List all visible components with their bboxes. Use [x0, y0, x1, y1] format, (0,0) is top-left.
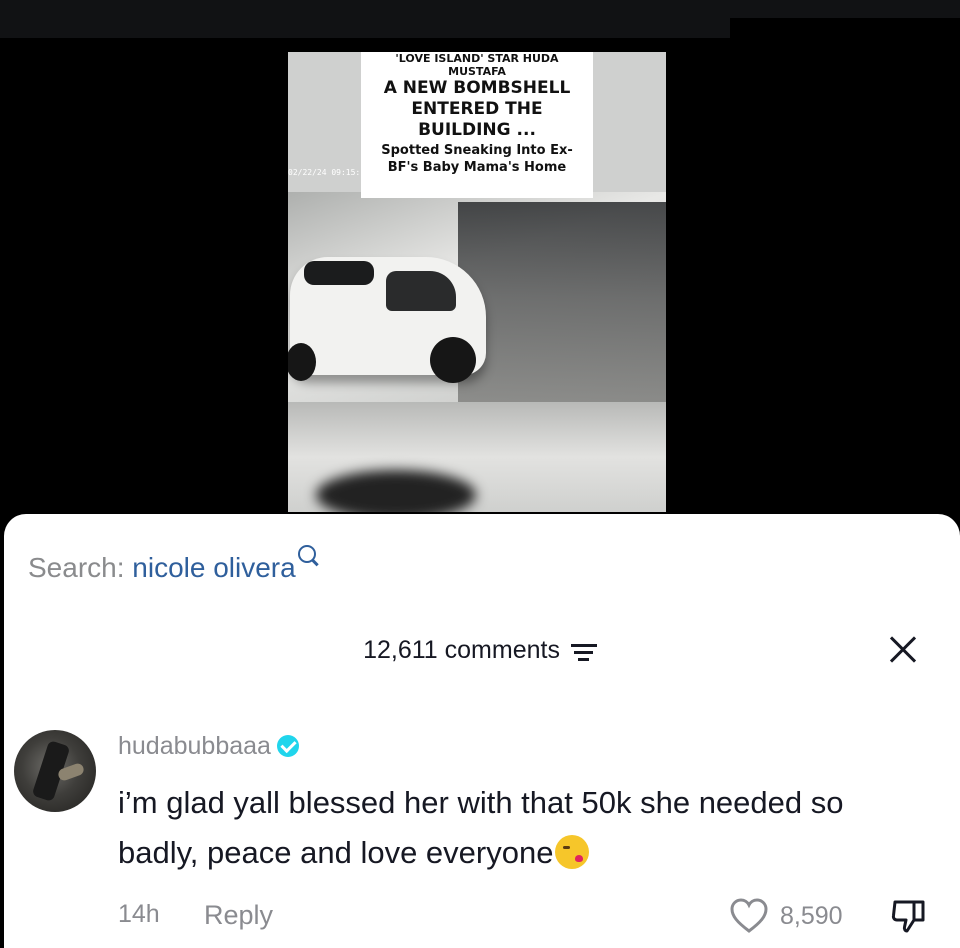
comment-time: 14h	[118, 900, 160, 928]
comment-username[interactable]: hudabubbaaa	[118, 732, 299, 761]
search-icon[interactable]	[297, 545, 316, 563]
car-window	[386, 271, 456, 311]
headline-line: ENTERED THE	[411, 98, 543, 119]
headline-line: BUILDING ...	[418, 119, 536, 140]
video-headline-card: 'LOVE ISLAND' STAR HUDA MUSTAFA A NEW BO…	[361, 52, 593, 198]
top-status-bar-right	[730, 18, 960, 38]
video-car	[288, 257, 486, 383]
video-blur-blob	[316, 470, 476, 512]
avatar[interactable]	[14, 730, 96, 812]
headline-line: Spotted Sneaking Into Ex-	[381, 142, 573, 158]
kissing-face-emoji-icon	[555, 835, 590, 869]
search-prefix: Search:	[28, 552, 125, 583]
headline-line: A NEW BOMBSHELL	[383, 78, 571, 99]
car-sunroof	[304, 261, 374, 285]
comments-header: 12,611 comments	[0, 636, 960, 665]
headline-line: 'LOVE ISLAND' STAR HUDA	[395, 52, 559, 65]
comments-count: 12,611 comments	[363, 636, 560, 664]
headline-line: BF's Baby Mama's Home	[387, 160, 567, 176]
sort-filter-icon[interactable]	[570, 642, 597, 661]
verified-badge-icon	[276, 735, 299, 757]
car-wheel-front	[430, 337, 476, 383]
close-icon[interactable]	[888, 634, 918, 664]
cctv-timestamp: 02/22/24 09:15:17	[288, 168, 370, 177]
dislike-icon[interactable]	[890, 896, 928, 934]
heart-icon[interactable]	[730, 898, 768, 934]
search-term-link[interactable]: nicole olivera	[132, 552, 295, 583]
video-player[interactable]: 02/22/24 09:15:17 'LOVE ISLAND' STAR HUD…	[288, 52, 666, 512]
headline-line: MUSTAFA	[448, 64, 506, 78]
comment-body: i’m glad yall blessed her with that 50k …	[118, 778, 908, 878]
username-text[interactable]: hudabubbaaa	[118, 732, 271, 760]
reply-button[interactable]: Reply	[204, 900, 273, 931]
search-suggestion[interactable]: Search: nicole olivera	[28, 545, 316, 584]
comment-text: i’m glad yall blessed her with that 50k …	[118, 785, 844, 870]
like-count: 8,590	[780, 902, 843, 930]
